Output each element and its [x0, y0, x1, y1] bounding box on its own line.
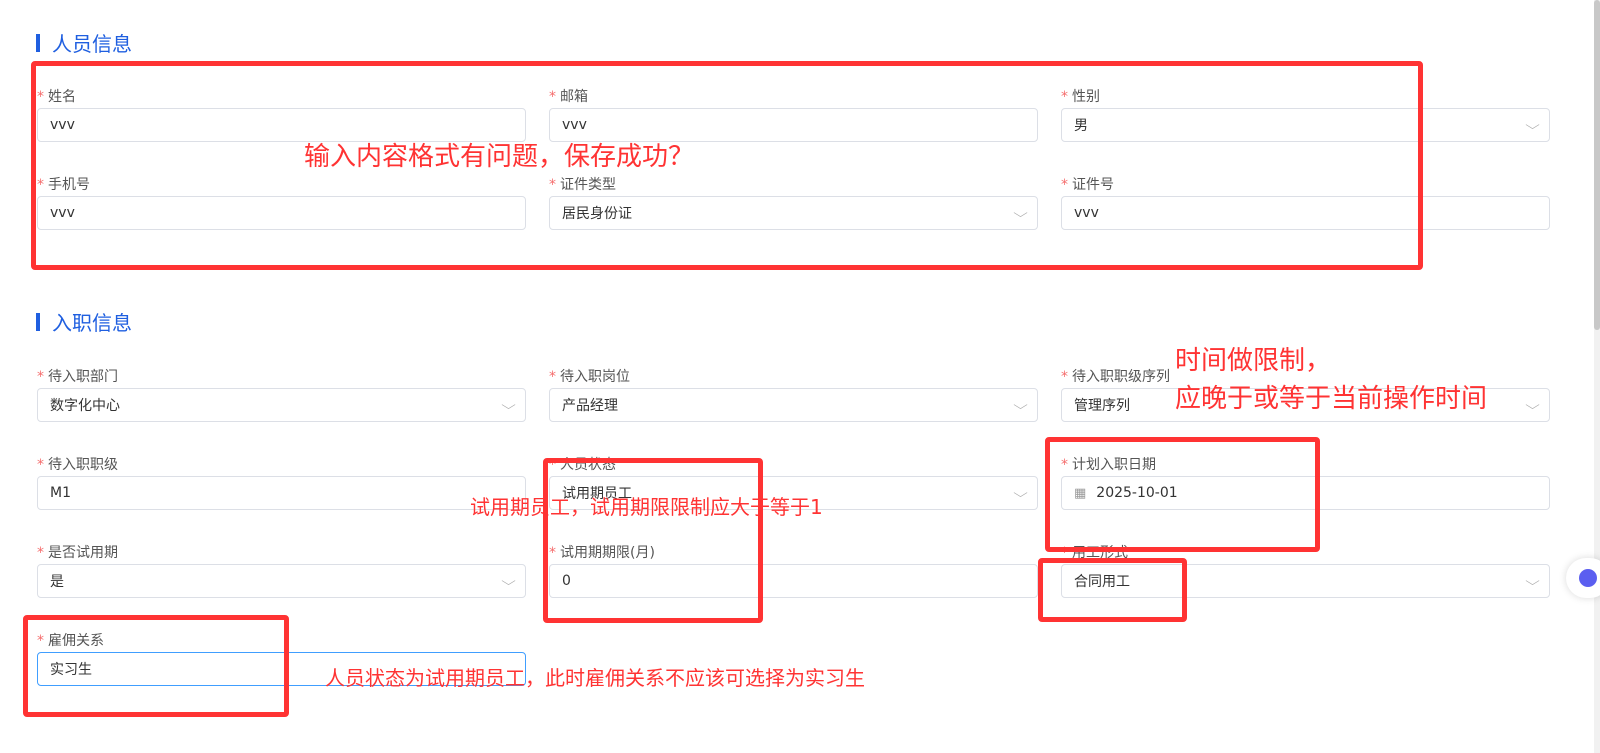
required-mark: * [549, 369, 556, 385]
annotation-box [23, 615, 289, 717]
select-field[interactable]: 数字化中心 ⌵ [37, 388, 526, 422]
required-mark: * [37, 457, 44, 473]
annotation-box [31, 61, 1423, 270]
field-label-text: 待入职岗位 [560, 369, 630, 385]
field-value: M1 [50, 485, 71, 501]
required-mark: * [1061, 369, 1068, 385]
chevron-down-icon: ⌵ [1525, 573, 1540, 588]
required-mark: * [37, 545, 44, 561]
select-field[interactable]: 产品经理 ⌵ [549, 388, 1038, 422]
annotation-box [1038, 558, 1187, 622]
form-field: * 是否试用期是 ⌵ [37, 542, 526, 598]
field-label: * 待入职岗位 [549, 366, 1038, 388]
chevron-down-icon: ⌵ [1013, 397, 1028, 412]
section-title: 人员信息 [52, 32, 132, 56]
form-field: * 待入职职级 M1 [37, 454, 526, 510]
field-value: 产品经理 [562, 398, 618, 414]
chevron-down-icon: ⌵ [501, 573, 516, 588]
scrollbar[interactable] [1594, 0, 1600, 753]
scrollbar-thumb[interactable] [1594, 0, 1600, 330]
assistant-icon [1579, 569, 1597, 587]
field-label-text: 是否试用期 [48, 545, 118, 561]
section-title: 入职信息 [52, 311, 132, 335]
form-field: * 待入职部门数字化中心 ⌵ [37, 366, 526, 422]
section-personal-info: 人员信息 [36, 28, 132, 57]
chevron-down-icon: ⌵ [1525, 117, 1540, 132]
field-label-text: 待入职部门 [48, 369, 118, 385]
field-value: 数字化中心 [50, 398, 120, 414]
annotation-employment: 人员状态为试用期员工，此时雇佣关系不应该可选择为实习生 [325, 666, 865, 690]
annotation-box [1045, 437, 1320, 552]
field-value: 是 [50, 574, 64, 590]
chevron-down-icon: ⌵ [501, 397, 516, 412]
field-label-text: 待入职职级 [48, 457, 118, 473]
field-label-text: 待入职职级序列 [1072, 369, 1170, 385]
field-label: * 待入职部门 [37, 366, 526, 388]
field-value: 管理序列 [1074, 398, 1130, 414]
field-label: * 待入职职级 [37, 454, 526, 476]
annotation-time-2: 应晚于或等于当前操作时间 [1175, 384, 1488, 414]
field-label: * 是否试用期 [37, 542, 526, 564]
annotation-probation: 试用期员工，试用期限限制应大于等于1 [470, 495, 823, 519]
floating-assistant-button[interactable] [1566, 558, 1600, 598]
annotation-format: 输入内容格式有问题，保存成功？ [304, 142, 695, 172]
chevron-down-icon: ⌵ [1013, 485, 1028, 500]
annotation-box [543, 458, 763, 623]
select-field[interactable]: 是 ⌵ [37, 564, 526, 598]
required-mark: * [37, 369, 44, 385]
chevron-down-icon: ⌵ [1525, 397, 1540, 412]
annotation-time-1: 时间做限制， [1175, 346, 1332, 376]
text-input[interactable]: M1 [37, 476, 526, 510]
section-onboarding-info: 入职信息 [36, 307, 132, 336]
form-field: * 待入职岗位产品经理 ⌵ [549, 366, 1038, 422]
